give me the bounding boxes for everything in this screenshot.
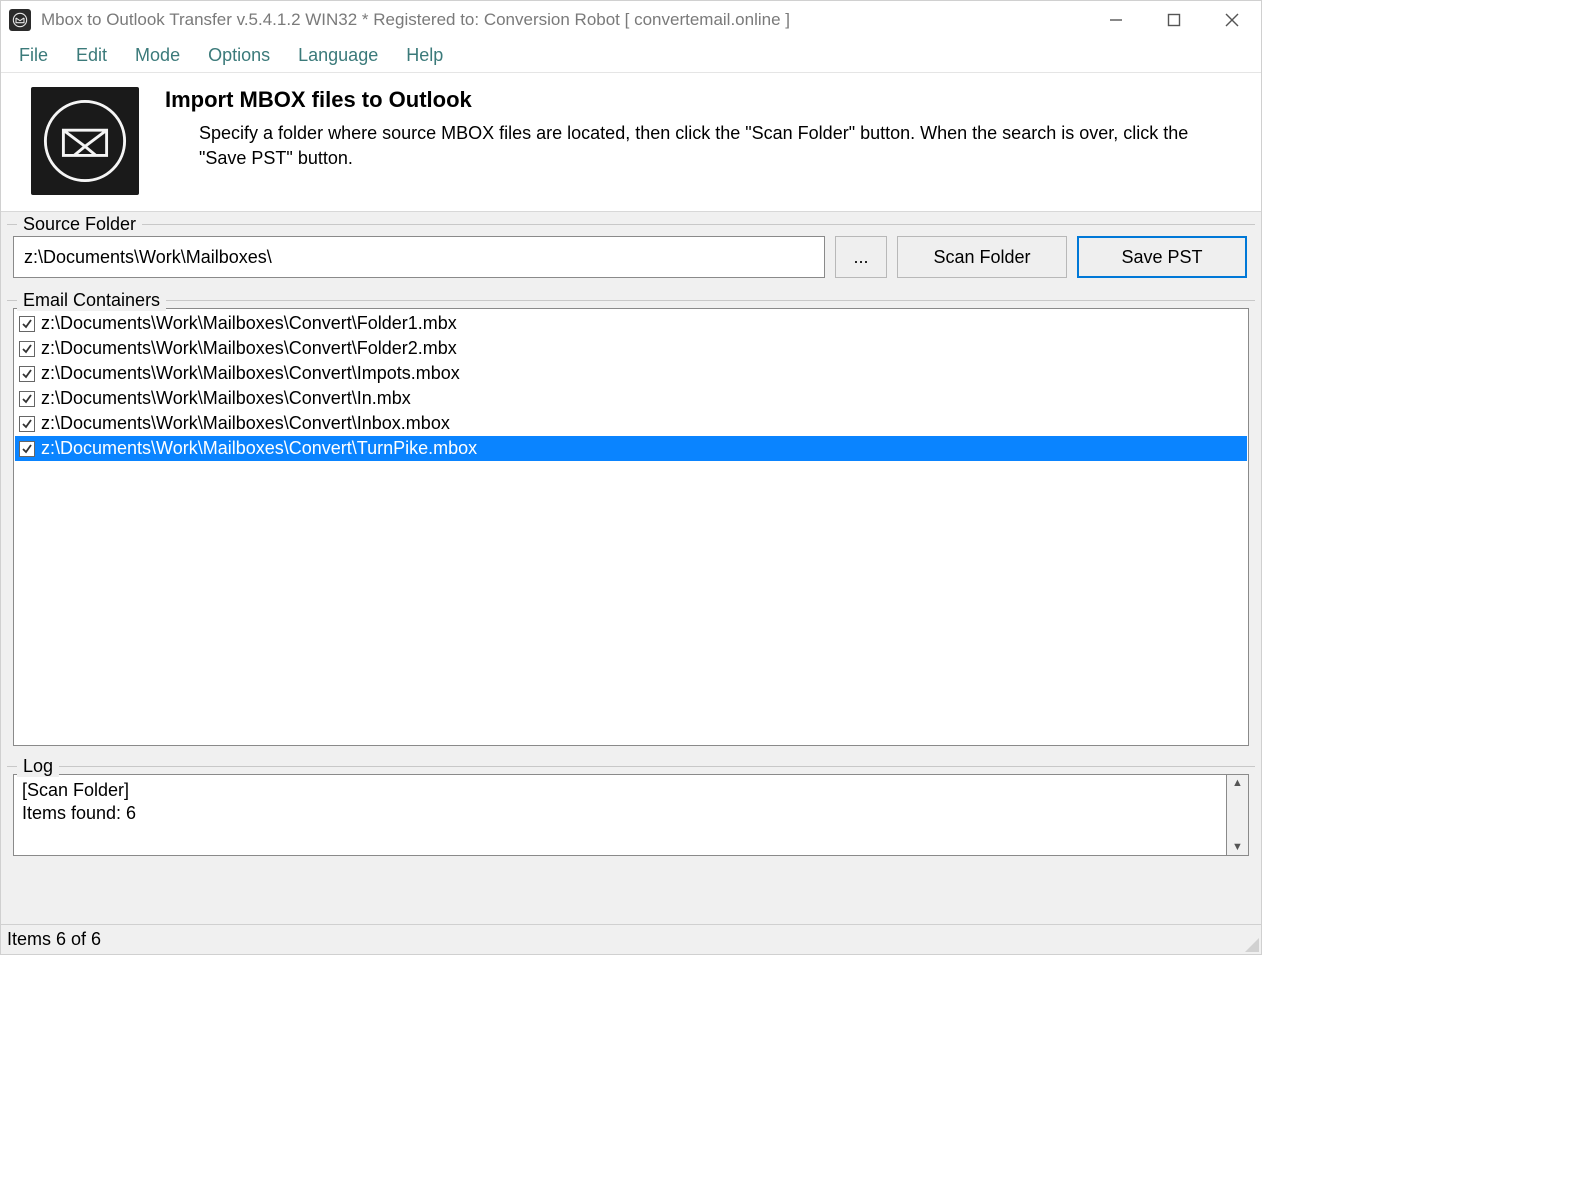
menu-help[interactable]: Help: [392, 41, 457, 70]
menu-language[interactable]: Language: [284, 41, 392, 70]
list-item-path: z:\Documents\Work\Mailboxes\Convert\Fold…: [41, 338, 457, 359]
list-item[interactable]: z:\Documents\Work\Mailboxes\Convert\Fold…: [15, 336, 1247, 361]
checkbox-icon[interactable]: [19, 416, 35, 432]
scroll-down-icon[interactable]: ▼: [1232, 841, 1243, 853]
minimize-button[interactable]: [1087, 1, 1145, 39]
list-item[interactable]: z:\Documents\Work\Mailboxes\Convert\In.m…: [15, 386, 1247, 411]
window-controls: [1087, 1, 1261, 39]
header-panel: Import MBOX files to Outlook Specify a f…: [1, 73, 1261, 212]
scan-folder-button[interactable]: Scan Folder: [897, 236, 1067, 278]
maximize-button[interactable]: [1145, 1, 1203, 39]
browse-button[interactable]: ...: [835, 236, 887, 278]
header-title: Import MBOX files to Outlook: [165, 87, 1195, 113]
menubar: File Edit Mode Options Language Help: [1, 39, 1261, 73]
close-button[interactable]: [1203, 1, 1261, 39]
log-label: Log: [17, 756, 59, 777]
menu-file[interactable]: File: [5, 41, 62, 70]
header-description: Specify a folder where source MBOX files…: [165, 121, 1195, 171]
statusbar: Items 6 of 6: [1, 924, 1261, 954]
list-item[interactable]: z:\Documents\Work\Mailboxes\Convert\Inbo…: [15, 411, 1247, 436]
resize-grip[interactable]: [1243, 936, 1259, 952]
menu-edit[interactable]: Edit: [62, 41, 121, 70]
list-item-path: z:\Documents\Work\Mailboxes\Convert\Fold…: [41, 313, 457, 334]
source-folder-group: Source Folder ... Scan Folder Save PST: [7, 214, 1255, 288]
menu-options[interactable]: Options: [194, 41, 284, 70]
checkbox-icon[interactable]: [19, 441, 35, 457]
list-item[interactable]: z:\Documents\Work\Mailboxes\Convert\Impo…: [15, 361, 1247, 386]
log-line: Items found: 6: [22, 802, 1218, 825]
list-item-path: z:\Documents\Work\Mailboxes\Convert\Turn…: [41, 438, 477, 459]
list-item-path: z:\Documents\Work\Mailboxes\Convert\In.m…: [41, 388, 411, 409]
email-containers-label: Email Containers: [17, 290, 166, 311]
save-pst-button[interactable]: Save PST: [1077, 236, 1247, 278]
checkbox-icon[interactable]: [19, 341, 35, 357]
log-textbox[interactable]: [Scan Folder]Items found: 6: [13, 774, 1227, 856]
containers-listbox[interactable]: z:\Documents\Work\Mailboxes\Convert\Fold…: [13, 308, 1249, 746]
email-containers-group: Email Containers z:\Documents\Work\Mailb…: [7, 290, 1255, 754]
menu-mode[interactable]: Mode: [121, 41, 194, 70]
header-icon: [31, 87, 139, 195]
log-group: Log [Scan Folder]Items found: 6 ▲ ▼: [7, 756, 1255, 864]
app-icon: [9, 9, 31, 31]
checkbox-icon[interactable]: [19, 316, 35, 332]
checkbox-icon[interactable]: [19, 366, 35, 382]
list-item-path: z:\Documents\Work\Mailboxes\Convert\Impo…: [41, 363, 460, 384]
log-line: [Scan Folder]: [22, 779, 1218, 802]
scroll-up-icon[interactable]: ▲: [1232, 777, 1243, 789]
list-item[interactable]: z:\Documents\Work\Mailboxes\Convert\Turn…: [15, 436, 1247, 461]
log-scrollbar[interactable]: ▲ ▼: [1227, 774, 1249, 856]
source-folder-label: Source Folder: [17, 214, 142, 235]
checkbox-icon[interactable]: [19, 391, 35, 407]
list-item[interactable]: z:\Documents\Work\Mailboxes\Convert\Fold…: [15, 311, 1247, 336]
list-item-path: z:\Documents\Work\Mailboxes\Convert\Inbo…: [41, 413, 450, 434]
status-text: Items 6 of 6: [7, 929, 101, 950]
header-text: Import MBOX files to Outlook Specify a f…: [165, 87, 1195, 171]
app-window: Mbox to Outlook Transfer v.5.4.1.2 WIN32…: [0, 0, 1262, 955]
source-path-input[interactable]: [13, 236, 825, 278]
titlebar: Mbox to Outlook Transfer v.5.4.1.2 WIN32…: [1, 1, 1261, 39]
window-title: Mbox to Outlook Transfer v.5.4.1.2 WIN32…: [41, 10, 790, 30]
